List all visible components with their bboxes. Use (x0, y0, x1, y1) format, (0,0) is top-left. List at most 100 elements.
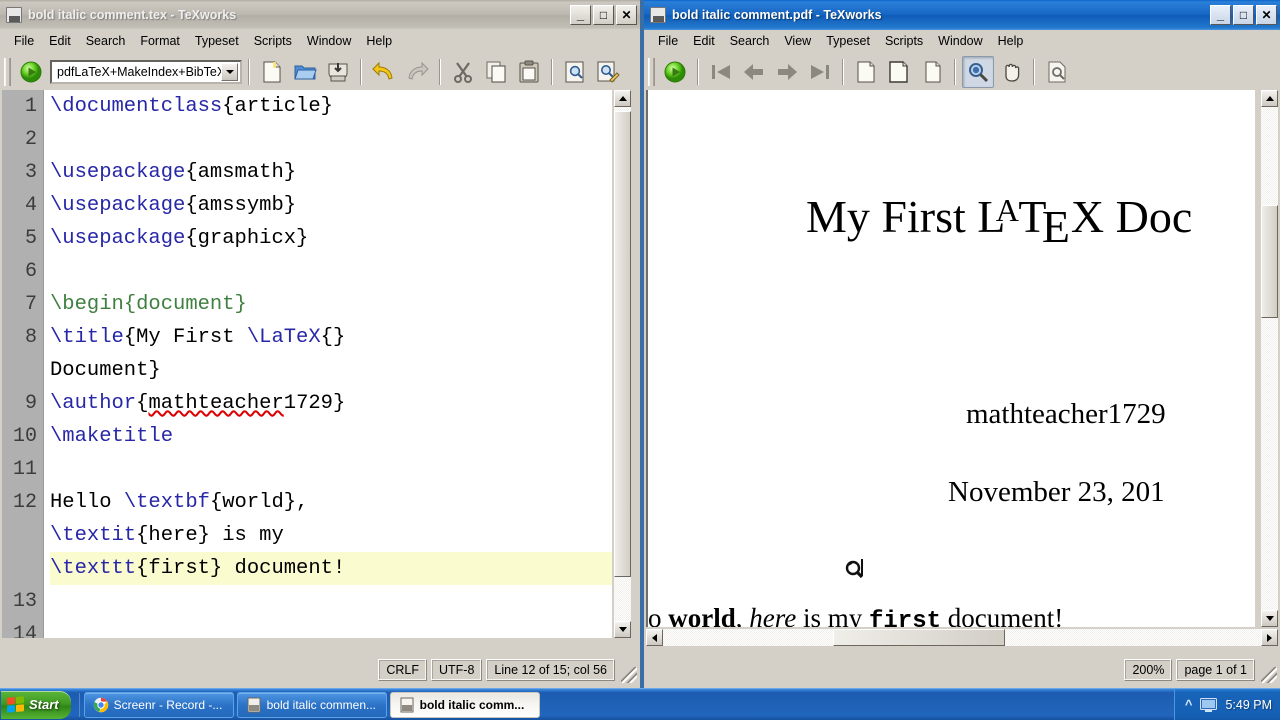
editor-vertical-scrollbar[interactable] (614, 90, 631, 638)
editor-menu-file[interactable]: File (7, 32, 41, 50)
code-line[interactable]: \texttt{first} document! (50, 552, 612, 585)
scrollbar-thumb[interactable] (1261, 205, 1278, 318)
pdf-menu-edit[interactable]: Edit (686, 32, 722, 50)
cut-scissors-icon[interactable] (447, 56, 479, 88)
resize-grip[interactable] (621, 667, 637, 683)
code-line[interactable]: \usepackage{amssymb} (50, 189, 612, 222)
replace-icon[interactable] (592, 56, 624, 88)
start-button[interactable]: Start (1, 690, 71, 719)
encoding-indicator[interactable]: UTF-8 (430, 659, 483, 681)
taskbar-item-screenr[interactable]: Screenr - Record -... (83, 691, 234, 718)
actual-size-icon[interactable] (916, 56, 948, 88)
taskbar-clock[interactable]: 5:49 PM (1225, 698, 1272, 712)
scroll-down-button[interactable] (1261, 610, 1278, 627)
pdf-menu-view[interactable]: View (777, 32, 818, 50)
editor-menu-typeset[interactable]: Typeset (188, 32, 246, 50)
editor-toolbar[interactable]: pdfLaTeX+MakeIndex+BibTeX (0, 52, 640, 92)
code-line[interactable]: \begin{document} (50, 288, 612, 321)
code-line[interactable]: \usepackage{amsmath} (50, 156, 612, 189)
pdf-menubar[interactable]: File Edit Search View Typeset Scripts Window He… (644, 30, 1280, 52)
redo-icon[interactable] (401, 56, 433, 88)
scroll-down-button[interactable] (614, 621, 631, 638)
texworks-pdf-window[interactable]: bold italic comment.pdf - TeXworks _ □ ✕… (644, 0, 1280, 688)
pdf-menu-help[interactable]: Help (991, 32, 1031, 50)
search-page-icon[interactable] (1041, 56, 1073, 88)
copy-icon[interactable] (480, 56, 512, 88)
pdf-titlebar[interactable]: bold italic comment.pdf - TeXworks _ □ ✕ (644, 0, 1280, 30)
new-document-icon[interactable] (256, 56, 288, 88)
scrollbar-thumb[interactable] (833, 629, 1005, 646)
code-line[interactable]: Document} (50, 354, 612, 387)
line-ending-indicator[interactable]: CRLF (378, 659, 427, 681)
pdf-menu-typeset[interactable]: Typeset (819, 32, 877, 50)
code-line[interactable] (50, 585, 612, 618)
windows-taskbar[interactable]: Start Screenr - Record -... bold italic … (0, 688, 1280, 720)
editor-menu-search[interactable]: Search (79, 32, 133, 50)
scrollbar-thumb[interactable] (614, 111, 631, 577)
editor-menu-format[interactable]: Format (133, 32, 187, 50)
code-line[interactable]: \author{mathteacher1729} (50, 387, 612, 420)
code-line[interactable] (50, 255, 612, 288)
minimize-button[interactable]: _ (1210, 5, 1231, 25)
page-indicator[interactable]: page 1 of 1 (1176, 659, 1255, 681)
cursor-position-indicator[interactable]: Line 12 of 15; col 56 (486, 659, 615, 681)
magnify-tool-icon[interactable] (962, 56, 994, 88)
editor-menubar[interactable]: File Edit Search Format Typeset Scripts Window… (0, 30, 640, 52)
display-icon[interactable] (1200, 697, 1218, 712)
toolbar-grip[interactable] (4, 58, 11, 86)
resize-grip[interactable] (1261, 667, 1277, 683)
pdf-horizontal-scrollbar[interactable] (646, 629, 1278, 646)
code-line[interactable]: Hello \textbf{world}, (50, 486, 612, 519)
minimize-button[interactable]: _ (570, 5, 591, 25)
first-page-icon[interactable] (705, 56, 737, 88)
code-line[interactable]: \textit{here} is my (50, 519, 612, 552)
pdf-menu-search[interactable]: Search (723, 32, 777, 50)
pdf-vertical-scrollbar[interactable] (1261, 90, 1278, 627)
code-line[interactable]: \usepackage{graphicx} (50, 222, 612, 255)
code-content[interactable]: \documentclass{article} \usepackage{amsm… (44, 90, 612, 638)
texworks-editor-window[interactable]: bold italic comment.tex - TeXworks _ □ ✕… (0, 0, 640, 688)
undo-icon[interactable] (368, 56, 400, 88)
editor-menu-window[interactable]: Window (300, 32, 358, 50)
typeset-run-icon[interactable] (15, 56, 47, 88)
chevron-down-icon[interactable] (221, 63, 238, 81)
code-line[interactable] (50, 123, 612, 156)
taskbar-item-tex[interactable]: bold italic commen... (236, 691, 387, 718)
scroll-left-button[interactable] (646, 629, 663, 646)
taskbar-item-pdf[interactable]: bold italic comm... (389, 691, 540, 718)
next-page-icon[interactable] (771, 56, 803, 88)
editor-menu-help[interactable]: Help (359, 32, 399, 50)
maximize-button[interactable]: □ (1233, 5, 1254, 25)
pdf-viewport[interactable]: My First LATEX Doc mathteacher1729 Novem… (646, 90, 1255, 627)
editor-text-area[interactable]: 1 2 3 4 5 6 7 8 9 10 11 12 13 14 \documentclass{artic… (2, 90, 612, 638)
toolbar-grip[interactable] (648, 58, 655, 86)
pdf-menu-scripts[interactable]: Scripts (878, 32, 930, 50)
scroll-right-button[interactable] (1261, 629, 1278, 646)
typeset-engine-combo[interactable]: pdfLaTeX+MakeIndex+BibTeX (50, 60, 242, 84)
editor-titlebar[interactable]: bold italic comment.tex - TeXworks _ □ ✕ (0, 0, 640, 30)
hand-tool-icon[interactable] (995, 56, 1027, 88)
pdf-menu-file[interactable]: File (651, 32, 685, 50)
previous-page-icon[interactable] (738, 56, 770, 88)
code-line[interactable] (50, 453, 612, 486)
last-page-icon[interactable] (804, 56, 836, 88)
show-hidden-icons-chevron[interactable]: ^ (1185, 697, 1193, 712)
zoom-indicator[interactable]: 200% (1124, 659, 1173, 681)
code-line[interactable]: \maketitle (50, 420, 612, 453)
code-line[interactable] (50, 618, 612, 638)
typeset-run-icon[interactable] (659, 56, 691, 88)
paste-icon[interactable] (513, 56, 545, 88)
pdf-toolbar[interactable] (644, 52, 1280, 92)
save-icon[interactable] (322, 56, 354, 88)
find-icon[interactable] (559, 56, 591, 88)
close-button[interactable]: ✕ (1256, 5, 1277, 25)
maximize-button[interactable]: □ (593, 5, 614, 25)
editor-menu-edit[interactable]: Edit (42, 32, 78, 50)
editor-menu-scripts[interactable]: Scripts (247, 32, 299, 50)
close-button[interactable]: ✕ (616, 5, 637, 25)
pdf-menu-window[interactable]: Window (931, 32, 989, 50)
system-tray[interactable]: ^ 5:49 PM (1173, 688, 1280, 720)
code-line[interactable]: \documentclass{article} (50, 90, 612, 123)
fit-page-icon[interactable] (850, 56, 882, 88)
code-line[interactable]: \title{My First \LaTeX{} (50, 321, 612, 354)
